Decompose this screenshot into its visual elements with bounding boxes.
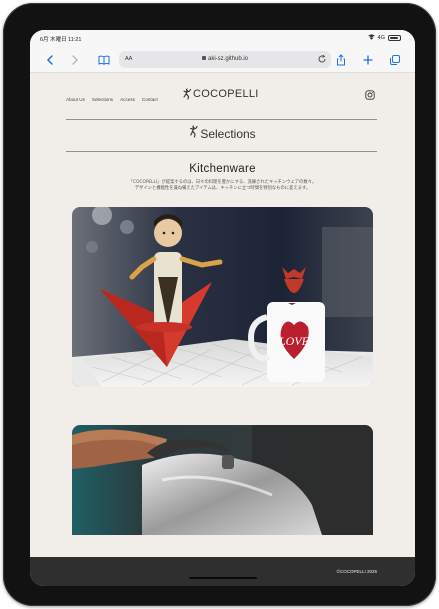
category-title: Kitchenware: [189, 163, 256, 175]
nav-selections[interactable]: Selections: [92, 97, 113, 102]
site-footer: ©COCOPELLI 2025: [30, 557, 415, 586]
product-photo-kettle[interactable]: [72, 425, 373, 535]
status-time: 6月 木曜日 11:21: [40, 37, 82, 43]
wifi-icon: [367, 34, 375, 42]
nav-contact[interactable]: Contact: [142, 97, 158, 102]
bookmarks-button[interactable]: [96, 52, 112, 68]
footer-copyright: ©COCOPELLI 2025: [336, 569, 377, 574]
new-tab-button[interactable]: [360, 52, 376, 68]
signal-label: 4G: [377, 35, 385, 41]
share-icon: [337, 54, 345, 66]
screen: 6月 木曜日 11:21 4G AA aki-sz.github.io Abou…: [30, 30, 415, 586]
chevron-left-icon: [46, 55, 53, 65]
divider-top: [66, 119, 377, 120]
product-photo-figures[interactable]: LOVE: [72, 207, 373, 387]
section-title: Selections: [200, 127, 256, 141]
brand-name: COCOPELLI: [193, 88, 259, 100]
kokopelli-logo-icon: [183, 88, 192, 100]
forward-button[interactable]: [67, 52, 83, 68]
category-desc-line-2: デザインと機能性を兼ね備えたアイテムは、キッチンに立つ時間を特別なものに変えます…: [134, 186, 311, 191]
tabs-button[interactable]: [387, 52, 403, 68]
plus-icon: [363, 55, 373, 65]
section-heading: Selections: [30, 124, 415, 141]
site-logo[interactable]: COCOPELLI: [182, 88, 259, 100]
category-description: 「COCOPELLI」が提案するのは、日々の料理を豊かにする、洗練されたキッチン…: [30, 180, 415, 192]
back-button[interactable]: [42, 52, 58, 68]
instagram-icon[interactable]: [365, 90, 375, 100]
divider-bottom: [66, 151, 377, 152]
kokopelli-icon: [190, 124, 198, 138]
ipad-frame: 6月 木曜日 11:21 4G AA aki-sz.github.io Abou…: [3, 3, 436, 606]
reload-icon[interactable]: [317, 54, 327, 64]
tabs-icon: [390, 55, 400, 65]
battery-icon: [388, 35, 401, 41]
browser-toolbar: AA aki-sz.github.io: [30, 47, 415, 73]
home-indicator[interactable]: [189, 577, 257, 579]
chevron-right-icon: [72, 55, 79, 65]
book-icon: [98, 55, 110, 65]
svg-text:LOVE: LOVE: [278, 334, 310, 348]
status-bar: 6月 木曜日 11:21 4G: [30, 30, 415, 47]
site-nav: About Us Selections Access Contact: [66, 97, 158, 102]
nav-about-us[interactable]: About Us: [66, 97, 85, 102]
nav-access[interactable]: Access: [120, 97, 135, 102]
lock-icon: [201, 56, 206, 60]
status-right: 4G: [367, 34, 401, 42]
url-text: aki-sz.github.io: [207, 56, 249, 62]
address-bar[interactable]: AA aki-sz.github.io: [119, 51, 331, 68]
share-button[interactable]: [333, 52, 349, 68]
url-wrap: aki-sz.github.io: [119, 56, 331, 62]
